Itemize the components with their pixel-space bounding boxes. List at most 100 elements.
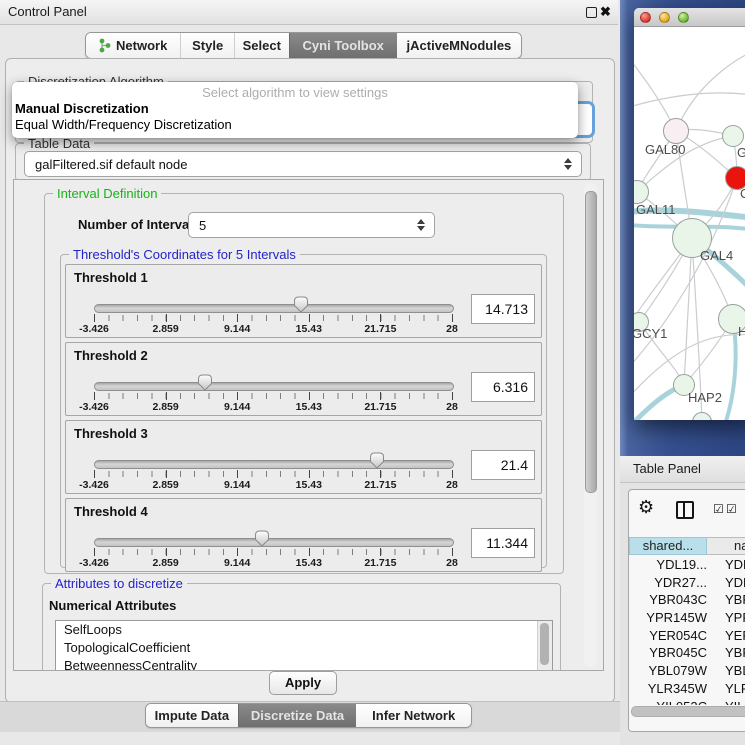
settings-scrollbar-thumb[interactable] bbox=[585, 191, 597, 493]
network-node[interactable] bbox=[722, 125, 744, 147]
number-of-intervals-combobox[interactable]: 5 bbox=[188, 212, 435, 238]
network-node-label: HAP2 bbox=[688, 390, 722, 405]
numerical-attributes-label: Numerical Attributes bbox=[49, 598, 176, 613]
slider-major-tick bbox=[237, 548, 238, 556]
network-canvas[interactable]: GAL80G.CGAL11GAL4GCY1HHAP2 bbox=[634, 27, 745, 420]
threshold-coordinates-title: Threshold's Coordinates for 5 Intervals bbox=[69, 247, 300, 262]
slider-tick-label: 15.43 bbox=[296, 479, 322, 491]
zoom-traffic-light-icon[interactable] bbox=[678, 12, 689, 23]
tab-impute-data[interactable]: Impute Data bbox=[146, 704, 238, 727]
tab-infer-network[interactable]: Infer Network bbox=[356, 704, 471, 727]
slider-tick-label: 28 bbox=[446, 557, 458, 569]
cell-shared-name: YIL052C bbox=[629, 698, 714, 706]
tab-select-label: Select bbox=[243, 38, 281, 53]
attribute-list-item[interactable]: SelfLoops bbox=[56, 621, 552, 639]
cell-shared-name: YER054C bbox=[629, 627, 714, 645]
slider-track[interactable] bbox=[94, 382, 454, 391]
table-data-combobox[interactable]: galFiltered.sif default node bbox=[24, 151, 582, 177]
dropdown-option-equal-width-frequency[interactable]: Equal Width/Frequency Discretization bbox=[12, 117, 578, 133]
slider-major-tick bbox=[237, 470, 238, 478]
list-scrollbar[interactable] bbox=[537, 621, 552, 671]
table-row[interactable]: YDR27...YDR2 bbox=[629, 574, 745, 592]
threshold-value-field[interactable]: 11.344 bbox=[471, 528, 535, 558]
attribute-list-item[interactable]: BetweennessCentrality bbox=[56, 657, 552, 671]
slider-major-tick bbox=[309, 470, 310, 478]
slider-tick-label: -3.426 bbox=[79, 323, 109, 335]
table-row[interactable]: YIL052CYIL0 bbox=[629, 698, 745, 706]
network-node-label: GAL11 bbox=[636, 202, 676, 217]
algorithm-dropdown-popup: Select algorithm to view settings Manual… bbox=[12, 82, 578, 138]
slider-major-tick bbox=[309, 392, 310, 400]
column-header-shared-name[interactable]: shared... bbox=[629, 537, 707, 555]
slider-tick-label: 15.43 bbox=[296, 323, 322, 335]
slider-tick-label: 9.144 bbox=[224, 479, 250, 491]
slider-major-tick bbox=[166, 314, 167, 322]
list-scrollbar-thumb[interactable] bbox=[540, 623, 549, 665]
tab-cyni-toolbox[interactable]: Cyni Toolbox bbox=[289, 33, 397, 58]
tab-style[interactable]: Style bbox=[180, 33, 234, 58]
threshold-panel: Threshold 4 -3.4262.8599.14415.4321.7152… bbox=[65, 498, 542, 572]
algorithm-dropdown-placeholder: Select algorithm to view settings bbox=[12, 85, 578, 101]
slider-major-tick bbox=[380, 314, 381, 322]
tab-jactivemnodules[interactable]: jActiveMNodules bbox=[397, 33, 521, 58]
threshold-value-field[interactable]: 14.713 bbox=[471, 294, 535, 324]
table-rows: YDL19...YDL1YDR27...YDR2YBR043CYBR0YPR14… bbox=[629, 556, 745, 705]
network-node[interactable] bbox=[663, 118, 689, 144]
table-panel-titlebar: Table Panel bbox=[620, 456, 745, 483]
slider-major-tick bbox=[166, 548, 167, 556]
tab-discretize-data[interactable]: Discretize Data bbox=[238, 704, 357, 727]
checkbox-icon[interactable]: ☑ bbox=[726, 502, 737, 516]
settings-vertical-scrollbar[interactable] bbox=[584, 183, 597, 667]
threshold-value-field[interactable]: 21.4 bbox=[471, 450, 535, 480]
table-row[interactable]: YPR145WYPR1 bbox=[629, 609, 745, 627]
tab-select[interactable]: Select bbox=[234, 33, 289, 58]
tab-infer-network-label: Infer Network bbox=[372, 708, 455, 723]
threshold-value-field[interactable]: 6.316 bbox=[471, 372, 535, 402]
table-row[interactable]: YER054CYER0 bbox=[629, 627, 745, 645]
threshold-title: Threshold 3 bbox=[74, 426, 148, 441]
threshold-coordinates-group: Threshold's Coordinates for 5 Intervals … bbox=[60, 254, 547, 568]
slider-tick-label: -3.426 bbox=[79, 401, 109, 413]
slider-tick-label: 28 bbox=[446, 401, 458, 413]
float-window-icon[interactable] bbox=[586, 7, 597, 18]
checkbox-icon[interactable]: ☑ bbox=[713, 502, 724, 516]
slider-tick-label: -3.426 bbox=[79, 557, 109, 569]
gear-icon[interactable]: ⚙ bbox=[638, 497, 654, 518]
close-traffic-light-icon[interactable] bbox=[640, 12, 651, 23]
slider-track[interactable] bbox=[94, 304, 454, 313]
slider-tick-label: 21.715 bbox=[364, 557, 396, 569]
slider-tick-label: 9.144 bbox=[224, 401, 250, 413]
cell-shared-name: YDL19... bbox=[629, 556, 714, 574]
columns-icon[interactable] bbox=[676, 501, 694, 519]
tab-network[interactable]: Network bbox=[86, 33, 180, 58]
slider-major-tick bbox=[94, 548, 95, 556]
slider-handle[interactable] bbox=[369, 452, 385, 469]
apply-button[interactable]: Apply bbox=[269, 671, 337, 695]
cell-shared-name: YBR045C bbox=[629, 644, 714, 662]
slider-ticks: -3.4262.8599.14415.4321.71528 bbox=[94, 393, 452, 399]
close-icon[interactable]: ✖ bbox=[600, 4, 611, 20]
table-header-row: shared... name bbox=[629, 537, 745, 555]
tab-style-label: Style bbox=[192, 38, 223, 53]
attribute-list-item[interactable]: TopologicalCoefficient bbox=[56, 639, 552, 657]
table-row[interactable]: YBR045CYBR0 bbox=[629, 644, 745, 662]
table-row[interactable]: YDL19...YDL1 bbox=[629, 556, 745, 574]
slider-track[interactable] bbox=[94, 460, 454, 469]
table-row[interactable]: YLR345WYLR3 bbox=[629, 680, 745, 698]
table-horizontal-scrollbar-thumb[interactable] bbox=[631, 706, 745, 717]
slider-major-tick bbox=[309, 314, 310, 322]
slider-handle[interactable] bbox=[293, 296, 309, 313]
table-row[interactable]: YBL079WYBL0 bbox=[629, 662, 745, 680]
slider-tick-label: 15.43 bbox=[296, 401, 322, 413]
numerical-attributes-list[interactable]: SelfLoopsTopologicalCoefficientBetweenne… bbox=[55, 620, 553, 671]
slider-track[interactable] bbox=[94, 538, 454, 547]
dropdown-option-manual-discretization[interactable]: Manual Discretization bbox=[12, 101, 578, 117]
network-node-label: C bbox=[740, 186, 745, 201]
minimize-traffic-light-icon[interactable] bbox=[659, 12, 670, 23]
table-row[interactable]: YBR043CYBR0 bbox=[629, 591, 745, 609]
stepper-arrows-icon bbox=[564, 158, 572, 170]
slider-handle[interactable] bbox=[254, 530, 270, 547]
cell-name: YBL0 bbox=[714, 662, 745, 680]
column-header-name[interactable]: name bbox=[707, 537, 745, 555]
slider-handle[interactable] bbox=[197, 374, 213, 391]
